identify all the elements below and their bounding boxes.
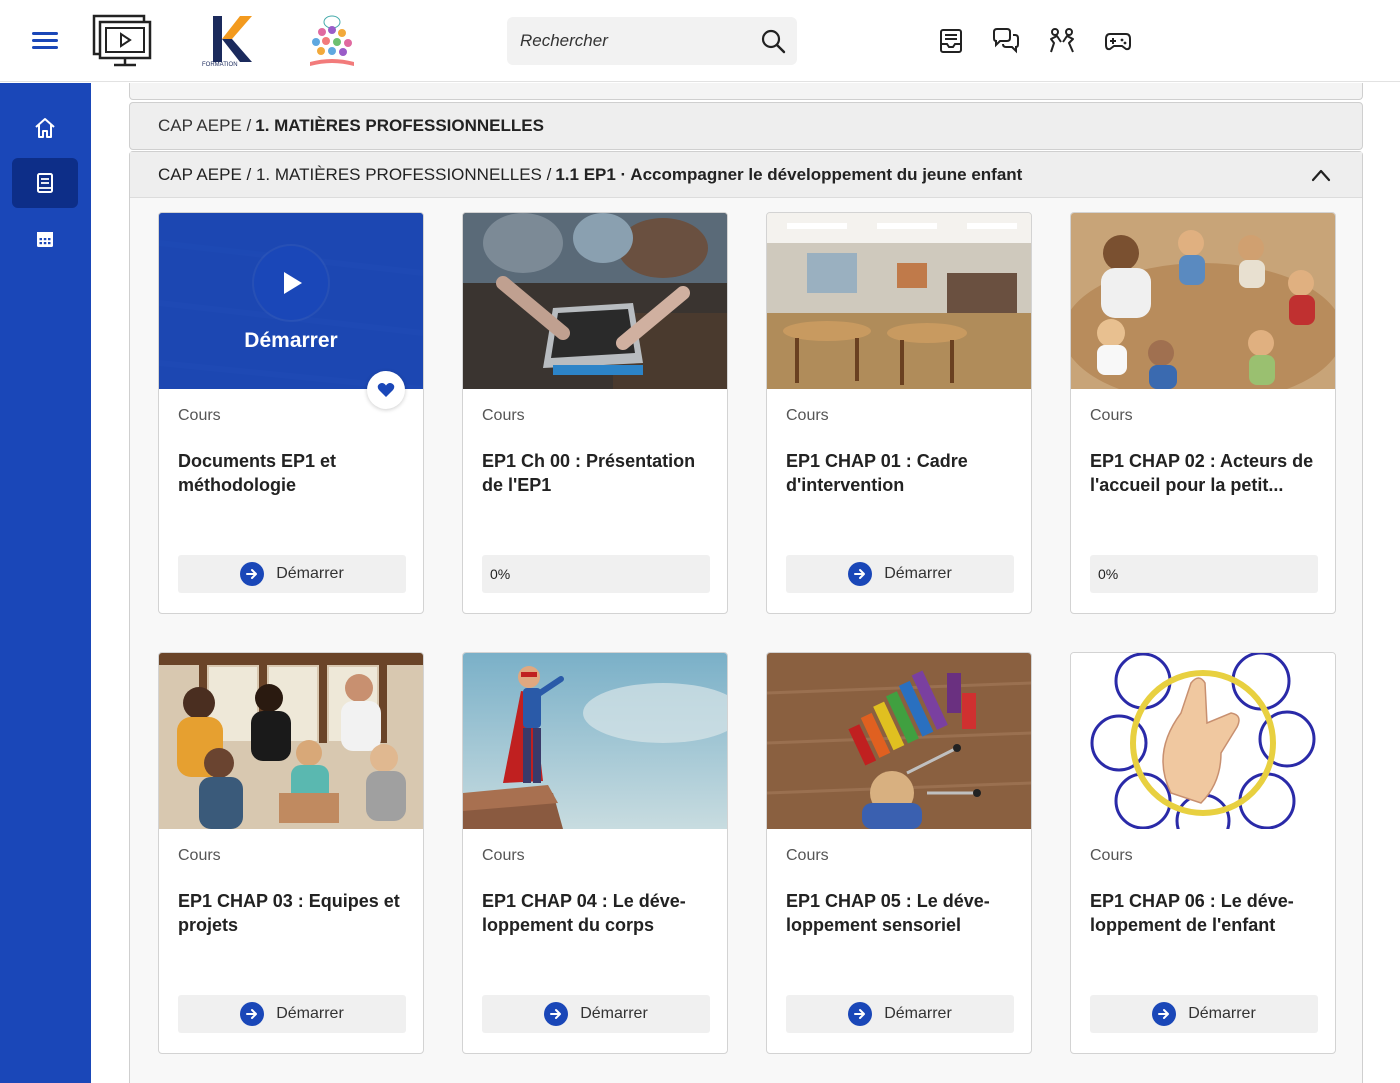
start-button-label: Démarrer	[276, 1005, 344, 1022]
course-section: CAP AEPE / 1. MATIÈRES PROFESSIONNELLES …	[129, 151, 1363, 1083]
card-type: Cours	[482, 847, 525, 864]
breadcrumb[interactable]: CAP AEPE / 1. MATIÈRES PROFESSIONNELLES	[129, 102, 1363, 150]
card-type: Cours	[1090, 847, 1133, 864]
progress-label: 0%	[1098, 566, 1119, 582]
card-type: Cours	[178, 847, 221, 864]
section-title: 1.1 EP1 · Accompagner le développement d…	[555, 164, 1023, 184]
play-icon	[284, 272, 302, 294]
course-thumbnail	[767, 653, 1031, 829]
start-button-label: Démarrer	[276, 565, 344, 582]
start-button-label: Démarrer	[1188, 1005, 1256, 1022]
card-type: Cours	[1090, 407, 1133, 424]
section-header[interactable]: CAP AEPE / 1. MATIÈRES PROFESSIONNELLES …	[130, 152, 1362, 198]
arrow-right-icon	[240, 562, 265, 586]
main-content: CAP AEPE / 1. MATIÈRES PROFESSIONNELLES …	[91, 83, 1400, 1083]
card-title[interactable]: EP1 CHAP 06 : Le déve-loppement de l'enf…	[1090, 889, 1322, 937]
heart-icon	[377, 383, 395, 397]
course-card[interactable]: Cours EP1 CHAP 02 : Acteurs de l'accueil…	[1070, 212, 1336, 614]
menu-icon[interactable]	[32, 28, 58, 54]
calendar-icon	[37, 232, 53, 247]
course-thumbnail	[767, 213, 1031, 389]
card-type: Cours	[786, 407, 829, 424]
book-icon	[37, 173, 53, 193]
favorite-button[interactable]	[367, 371, 405, 409]
progress-label: 0%	[490, 566, 511, 582]
start-button-label: Démarrer	[580, 1005, 648, 1022]
breadcrumb-root[interactable]: CAP AEPE /	[158, 116, 251, 136]
top-bar: FORMATION	[0, 0, 1400, 82]
kesher-logo[interactable]: FORMATION	[200, 12, 254, 70]
svg-text:FORMATION: FORMATION	[202, 62, 238, 68]
course-thumbnail	[463, 653, 727, 829]
previous-panel-edge	[129, 83, 1363, 100]
start-button[interactable]: Démarrer	[178, 995, 406, 1033]
card-title[interactable]: EP1 CHAP 04 : Le déve-loppement du corps	[482, 889, 714, 937]
course-card[interactable]: Démarrer Cours Documents EP1 et méthodol…	[158, 212, 424, 614]
start-overlay[interactable]: Démarrer	[159, 213, 423, 389]
course-thumbnail	[1071, 653, 1335, 829]
card-title[interactable]: EP1 Ch 00 : Présentation de l'EP1	[482, 449, 714, 497]
sidebar-item-courses[interactable]	[12, 158, 78, 208]
start-button[interactable]: Démarrer	[786, 995, 1014, 1033]
card-title[interactable]: Documents EP1 et méthodologie	[178, 449, 410, 497]
progress-bar[interactable]: 0%	[1090, 555, 1318, 593]
arrow-right-icon	[848, 1002, 873, 1026]
progress-bar[interactable]: 0%	[482, 555, 710, 593]
course-thumbnail	[463, 213, 727, 389]
course-thumbnail	[1071, 213, 1335, 389]
card-title[interactable]: EP1 CHAP 05 : Le déve-loppement sensorie…	[786, 889, 1018, 937]
arrow-right-icon	[544, 1002, 569, 1026]
arrow-right-icon	[1152, 1002, 1177, 1026]
tree-logo[interactable]	[302, 12, 362, 70]
arrow-right-icon	[848, 562, 873, 586]
search-icon[interactable]	[759, 27, 787, 55]
card-title[interactable]: EP1 CHAP 03 : Equipes et projets	[178, 889, 410, 937]
start-button[interactable]: Démarrer	[178, 555, 406, 593]
sidebar-item-home[interactable]	[12, 103, 78, 153]
arrow-right-icon	[240, 1002, 265, 1026]
card-title[interactable]: EP1 CHAP 02 : Acteurs de l'accueil pour …	[1090, 449, 1322, 497]
start-button[interactable]: Démarrer	[786, 555, 1014, 593]
course-thumbnail	[159, 653, 423, 829]
people-icon[interactable]	[1047, 26, 1077, 56]
course-card[interactable]: Cours EP1 CHAP 01 : Cadre d'intervention…	[766, 212, 1032, 614]
card-title[interactable]: EP1 CHAP 01 : Cadre d'intervention	[786, 449, 1018, 497]
section-path: CAP AEPE / 1. MATIÈRES PROFESSIONNELLES …	[158, 164, 552, 184]
chevron-up-icon[interactable]	[1310, 166, 1332, 184]
inbox-icon[interactable]	[936, 26, 966, 56]
sidebar-item-calendar[interactable]	[12, 214, 78, 264]
home-icon	[35, 118, 55, 138]
start-overlay-label: Démarrer	[244, 329, 338, 352]
start-button[interactable]: Démarrer	[1090, 995, 1318, 1033]
course-card[interactable]: Cours EP1 Ch 00 : Présentation de l'EP1 …	[462, 212, 728, 614]
card-type: Cours	[482, 407, 525, 424]
search-input[interactable]	[507, 17, 747, 65]
gamepad-icon[interactable]	[1103, 26, 1133, 56]
start-button-label: Démarrer	[884, 565, 952, 582]
chat-icon[interactable]	[991, 26, 1021, 56]
course-card[interactable]: Cours EP1 CHAP 05 : Le déve-loppement se…	[766, 652, 1032, 1054]
sidebar	[0, 83, 91, 1083]
screen-logo[interactable]	[90, 12, 154, 70]
course-card[interactable]: Cours EP1 CHAP 04 : Le déve-loppement du…	[462, 652, 728, 1054]
course-card[interactable]: Cours EP1 CHAP 06 : Le déve-loppement de…	[1070, 652, 1336, 1054]
breadcrumb-current: 1. MATIÈRES PROFESSIONNELLES	[255, 116, 544, 135]
search-box	[507, 17, 797, 65]
start-button-label: Démarrer	[884, 1005, 952, 1022]
start-button[interactable]: Démarrer	[482, 995, 710, 1033]
card-type: Cours	[178, 407, 221, 424]
play-button[interactable]	[254, 246, 328, 320]
course-card[interactable]: Cours EP1 CHAP 03 : Equipes et projets D…	[158, 652, 424, 1054]
card-type: Cours	[786, 847, 829, 864]
